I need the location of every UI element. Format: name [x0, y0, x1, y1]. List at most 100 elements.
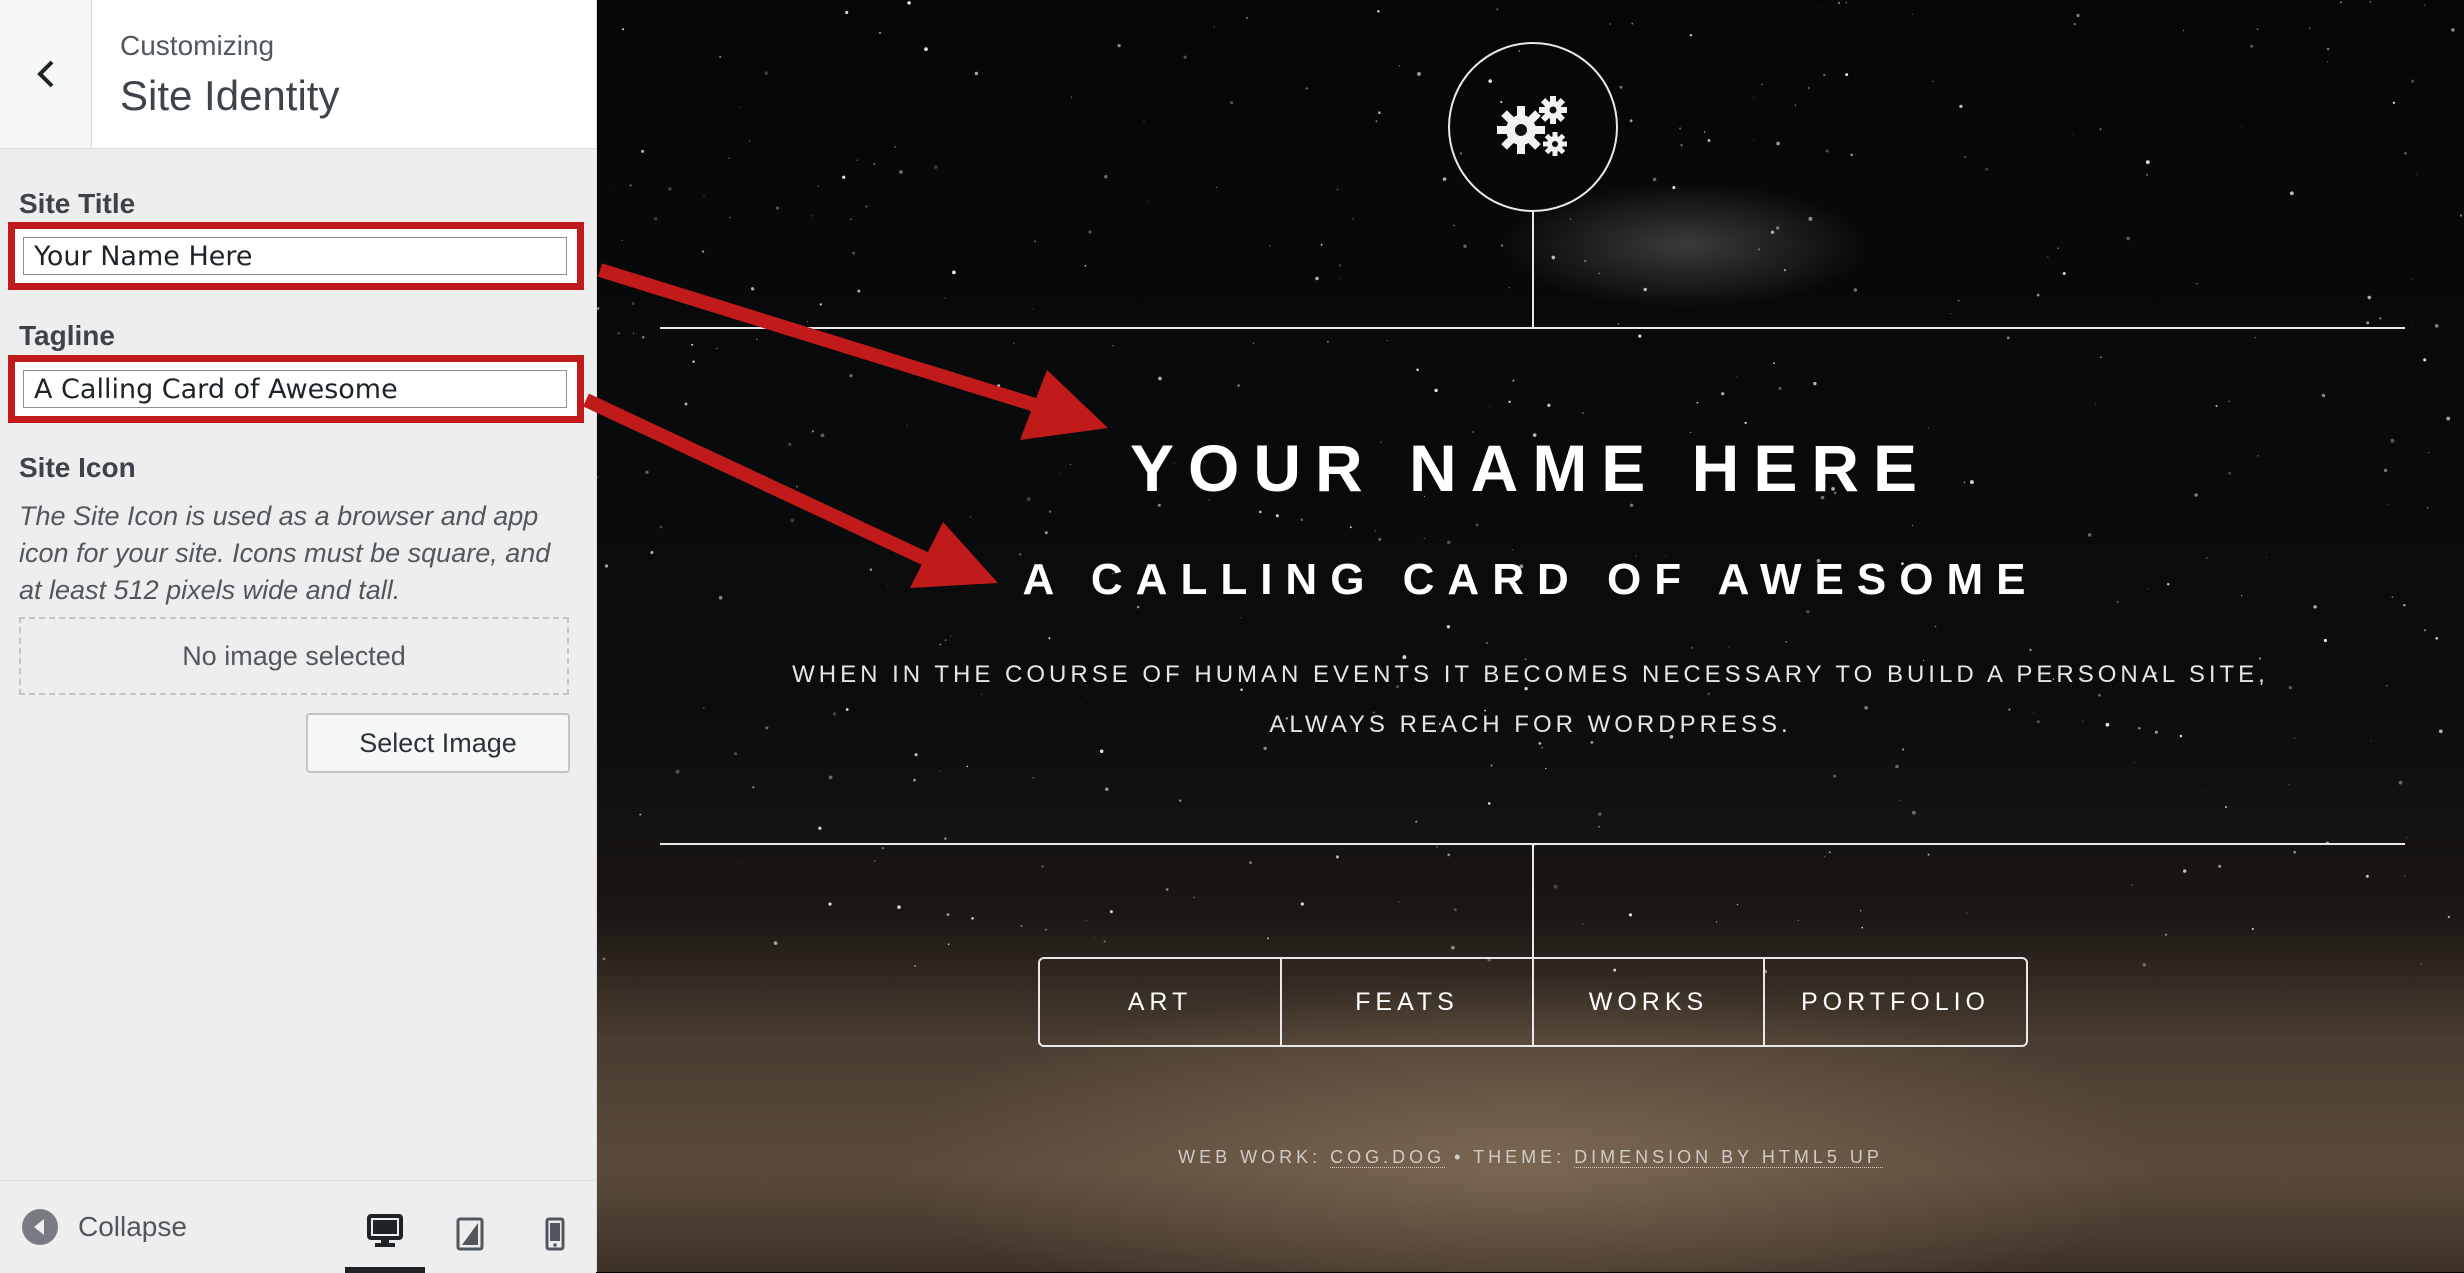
star: [639, 813, 642, 816]
star: [1349, 526, 1352, 529]
preview-mobile-button[interactable]: [515, 1195, 595, 1273]
star: [1778, 386, 1782, 391]
back-button[interactable]: [0, 0, 92, 148]
star: [1489, 405, 1490, 407]
chevron-left-icon: [36, 60, 53, 88]
intro-line-2: ALWAYS REACH FOR WORDPRESS.: [1269, 711, 1792, 738]
star: [2076, 13, 2080, 18]
cog-dog-link[interactable]: COG.DOG: [1330, 1147, 1446, 1168]
star: [1434, 388, 1438, 393]
star: [1783, 268, 1787, 272]
star: [1690, 646, 1694, 649]
star: [740, 862, 742, 865]
tagline-highlight: [8, 355, 584, 423]
star: [1300, 518, 1304, 521]
star: [874, 860, 876, 862]
select-image-button[interactable]: Select Image: [306, 713, 570, 773]
preview-site-tagline: A CALLING CARD OF AWESOME: [1022, 555, 2039, 604]
star: [1487, 802, 1491, 805]
star: [1179, 799, 1182, 802]
star: [1932, 81, 1934, 82]
star: [2254, 336, 2257, 339]
star: [2100, 356, 2102, 358]
star: [818, 826, 822, 830]
tagline-label: Tagline: [19, 320, 115, 351]
star: [1860, 910, 1862, 912]
star: [2131, 884, 2133, 886]
star: [1895, 764, 1899, 769]
star: [2006, 336, 2010, 340]
star: [894, 145, 897, 148]
star: [1545, 768, 1547, 770]
site-title-input[interactable]: [23, 237, 567, 275]
star: [597, 306, 600, 311]
star: [1927, 427, 1930, 429]
star: [617, 331, 621, 335]
star: [849, 218, 853, 221]
star: [1230, 101, 1234, 105]
star: [907, 1, 911, 5]
star: [1807, 86, 1810, 90]
theme-credit-link[interactable]: DIMENSION BY HTML5 UP: [1574, 1147, 1883, 1168]
star: [764, 71, 768, 75]
star: [773, 941, 778, 945]
star: [2411, 279, 2413, 281]
star: [2224, 805, 2227, 809]
star: [1508, 400, 1511, 403]
star: [1300, 902, 1304, 906]
star: [1512, 379, 1515, 382]
star: [1845, 2, 1848, 4]
star: [1638, 334, 1642, 338]
star: [1415, 820, 1418, 823]
star: [2326, 47, 2330, 51]
nav-item-works[interactable]: WORKS: [1534, 959, 1765, 1045]
star: [729, 216, 731, 219]
nav-item-art[interactable]: ART: [1040, 959, 1282, 1045]
preview-desktop-button[interactable]: [345, 1195, 425, 1273]
star: [1442, 177, 1447, 181]
star: [934, 165, 938, 169]
preview-tablet-button[interactable]: [430, 1195, 510, 1273]
star: [2438, 729, 2443, 734]
star: [1165, 888, 1169, 891]
star: [2183, 869, 2187, 873]
star: [1949, 313, 1951, 314]
star: [2459, 214, 2463, 217]
star: [1094, 936, 1096, 938]
star: [752, 786, 755, 789]
tagline-input[interactable]: [23, 370, 567, 408]
star: [790, 518, 795, 523]
star: [703, 196, 705, 198]
star: [2047, 256, 2049, 258]
star: [609, 189, 611, 191]
star: [1927, 853, 1930, 856]
star: [1105, 787, 1109, 791]
star: [1757, 248, 1761, 251]
star: [2423, 629, 2427, 632]
tablet-icon: [456, 1217, 484, 1251]
web-work-label: WEB WORK:: [1178, 1147, 1322, 1167]
star: [1259, 510, 1262, 514]
star: [2435, 637, 2439, 640]
star: [1386, 340, 1388, 342]
site-logo[interactable]: [1448, 42, 1618, 212]
star: [1453, 224, 1455, 227]
star: [1911, 810, 1916, 815]
star: [719, 56, 722, 58]
star: [1463, 244, 1467, 248]
star: [1813, 382, 1817, 386]
star: [1679, 127, 1682, 130]
site-icon-placeholder[interactable]: No image selected: [19, 617, 569, 695]
star: [1598, 272, 1601, 275]
star: [1335, 855, 1339, 859]
nav-item-feats[interactable]: FEATS: [1282, 959, 1534, 1045]
star: [1109, 910, 1113, 914]
star: [1399, 65, 1401, 67]
star: [2251, 927, 2254, 931]
divider-top: [660, 327, 2405, 329]
star: [1609, 23, 1611, 25]
star: [1553, 884, 1558, 889]
nav-item-portfolio[interactable]: PORTFOLIO: [1765, 959, 2026, 1045]
star: [631, 302, 635, 305]
star: [946, 913, 950, 917]
